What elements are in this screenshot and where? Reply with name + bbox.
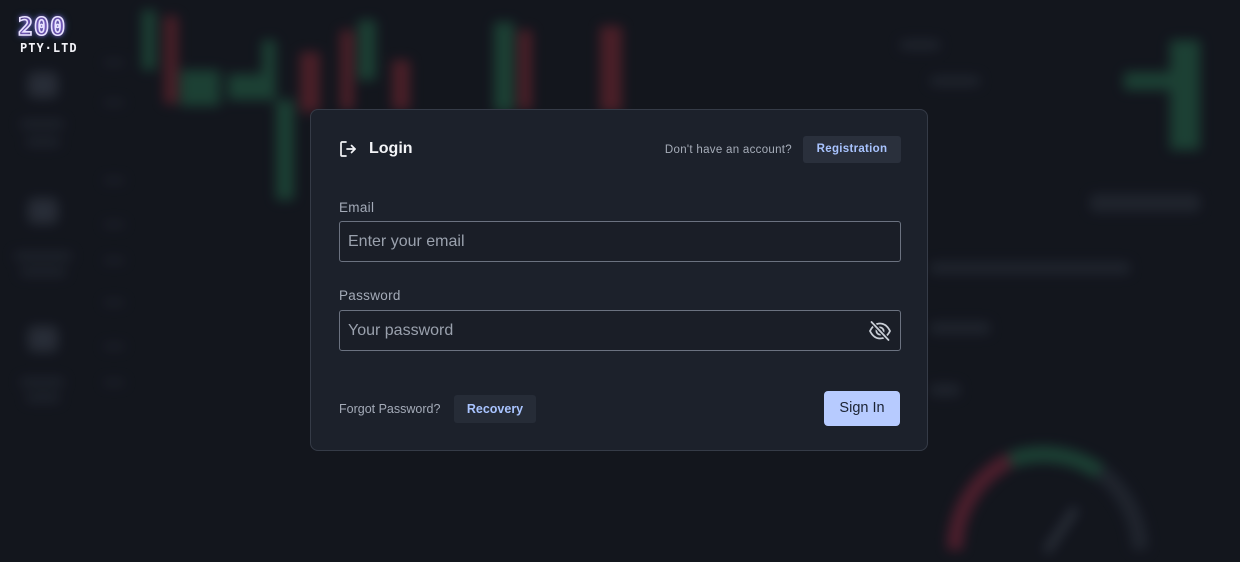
eye-slash-icon[interactable] xyxy=(868,320,892,342)
logo-number: 200 xyxy=(17,12,67,41)
login-header: Login Don't have an account? Registratio… xyxy=(339,136,901,164)
recovery-button[interactable]: Recovery xyxy=(454,395,536,423)
sign-in-button[interactable]: Sign In xyxy=(824,391,900,426)
company-logo[interactable]: 200 PTY·LTD xyxy=(17,12,100,58)
password-label: Password xyxy=(339,288,401,303)
login-arrow-icon xyxy=(340,141,356,157)
email-field-wrapper xyxy=(339,221,901,262)
registration-button[interactable]: Registration xyxy=(803,136,901,163)
no-account-text: Don't have an account? xyxy=(664,144,792,156)
login-modal: Login Don't have an account? Registratio… xyxy=(310,109,928,451)
email-label: Email xyxy=(339,200,375,215)
password-input[interactable] xyxy=(340,311,900,350)
logo-subtitle: PTY·LTD xyxy=(20,41,78,55)
password-field-wrapper xyxy=(339,310,901,351)
email-input[interactable] xyxy=(340,222,900,261)
forgot-password-text: Forgot Password? xyxy=(339,402,441,416)
login-title: Login xyxy=(369,140,413,157)
